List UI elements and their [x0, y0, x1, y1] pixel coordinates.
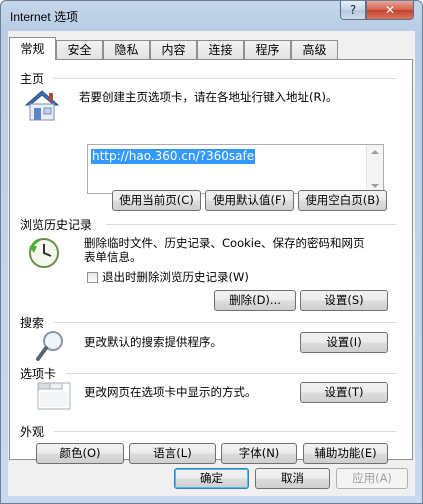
history-description-line2: 表单信息。 — [84, 250, 142, 264]
home-page-url: http://hao.360.cn/?360safe — [91, 149, 256, 164]
search-settings-button[interactable]: 设置(I) — [300, 332, 388, 353]
tab-connections[interactable]: 连接 — [197, 40, 244, 59]
history-clock-icon — [29, 238, 59, 268]
help-button[interactable]: ? — [340, 1, 366, 20]
search-divider — [54, 322, 397, 323]
home-section-label: 主页 — [20, 72, 45, 86]
general-tab-panel: 主页 若要创建主页选项卡，请在各地址行键入地址(R)。 http://hao.3… — [9, 59, 413, 464]
help-icon: ? — [349, 3, 357, 17]
home-page-url-input[interactable]: http://hao.360.cn/?360safe — [87, 144, 384, 194]
home-description: 若要创建主页选项卡，请在各地址行键入地址(R)。 — [79, 90, 338, 104]
close-button[interactable]: ✕ — [366, 1, 414, 20]
tabs-description: 更改网页在选项卡中显示的方式。 — [84, 385, 257, 399]
internet-options-dialog: Internet 选项 ? ✕ 常规 安全 隐私 内容 连接 程序 高级 主页 — [0, 0, 423, 504]
accessibility-button[interactable]: 辅助功能(E) — [303, 443, 388, 464]
home-divider — [52, 78, 397, 79]
scroll-down-icon[interactable] — [371, 184, 379, 188]
house-icon — [24, 90, 60, 121]
tabs-divider — [66, 373, 397, 374]
delete-history-button[interactable]: 删除(D)... — [214, 290, 296, 311]
colors-button[interactable]: 颜色(O) — [36, 443, 124, 464]
delete-on-exit-checkbox[interactable] — [87, 272, 98, 283]
title-bar[interactable]: Internet 选项 ? ✕ — [1, 1, 422, 31]
search-description: 更改默认的搜索提供程序。 — [84, 335, 222, 349]
tab-privacy[interactable]: 隐私 — [103, 40, 150, 59]
use-current-button[interactable]: 使用当前页(C) — [112, 190, 201, 211]
url-scrollbar[interactable] — [366, 145, 383, 193]
use-default-button[interactable]: 使用默认值(F) — [205, 190, 294, 211]
history-section-label: 浏览历史记录 — [20, 218, 93, 232]
languages-button[interactable]: 语言(L) — [129, 443, 216, 464]
cancel-button[interactable]: 取消 — [255, 468, 330, 489]
history-settings-button[interactable]: 设置(S) — [300, 290, 388, 311]
tab-content[interactable]: 内容 — [150, 40, 197, 59]
tab-advanced[interactable]: 高级 — [291, 40, 338, 59]
apply-button[interactable]: 应用(A) — [336, 468, 408, 489]
tab-security[interactable]: 安全 — [56, 40, 103, 59]
tabs-window-icon — [37, 382, 71, 410]
window-title: Internet 选项 — [10, 10, 79, 24]
use-blank-button[interactable]: 使用空白页(B) — [298, 190, 387, 211]
tabs-section-label: 选项卡 — [20, 367, 57, 381]
dialog-body: 常规 安全 隐私 内容 连接 程序 高级 主页 若要创建主页选项卡，请在各地址行… — [8, 31, 415, 496]
tab-strip: 常规 安全 隐私 内容 连接 程序 高级 — [9, 37, 414, 60]
close-icon: ✕ — [384, 3, 396, 17]
scroll-up-icon[interactable] — [371, 150, 379, 154]
tabs-settings-button[interactable]: 设置(T) — [300, 382, 388, 403]
delete-on-exit-label[interactable]: 退出时删除浏览历史记录(W) — [102, 270, 249, 284]
history-description-line1: 删除临时文件、历史记录、Cookie、保存的密码和网页 — [84, 236, 365, 250]
magnifier-icon — [36, 331, 63, 361]
fonts-button[interactable]: 字体(N) — [221, 443, 297, 464]
tab-general[interactable]: 常规 — [9, 37, 56, 60]
appearance-divider — [54, 431, 397, 432]
history-divider — [106, 224, 397, 225]
ok-button[interactable]: 确定 — [174, 468, 249, 489]
appearance-section-label: 外观 — [20, 425, 45, 439]
tab-programs[interactable]: 程序 — [244, 40, 291, 59]
